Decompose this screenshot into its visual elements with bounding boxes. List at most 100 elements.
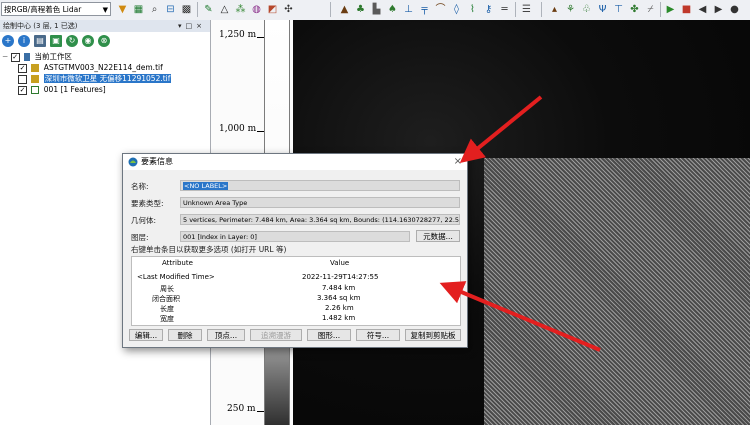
panel-title-bar: 绘制中心 (3 层, 1 已选) ▾□× [0, 20, 210, 32]
terrain-icon[interactable]: ▲ [338, 3, 351, 16]
layer-row-dem[interactable]: ✓ ASTGTMV003_N22E114_dem.tif [18, 62, 163, 73]
refresh-icon[interactable]: ↻ [66, 35, 78, 47]
antenna-icon[interactable]: Ψ [596, 3, 609, 16]
stop-icon[interactable]: ■ [680, 3, 693, 16]
next-icon[interactable]: ▶ [712, 3, 725, 16]
table-row-value[interactable]: 7.484 km [322, 284, 355, 292]
edit-icon[interactable]: ✎ [202, 3, 215, 16]
workspace-label: 当前工作区 [34, 52, 72, 61]
raster-layer-icon [31, 64, 40, 72]
brush-icon[interactable]: ⌿ [644, 3, 657, 16]
toolbar-separator [660, 2, 661, 17]
feature-type-field[interactable]: Unknown Area Type [180, 197, 460, 208]
water-icon[interactable]: ◊ [450, 3, 463, 16]
dialog-title-bar: 要素信息 × [123, 154, 467, 170]
plant-icon[interactable]: ⚘ [564, 3, 577, 16]
shrub-icon[interactable]: ♧ [580, 3, 593, 16]
triangle-icon[interactable]: △ [218, 3, 231, 16]
layer-checkbox[interactable] [18, 74, 27, 84]
pattern-icon[interactable]: ▩ [180, 3, 193, 16]
tree-icon[interactable]: ♣ [354, 3, 367, 16]
attribute-column-header[interactable]: Attribute [162, 259, 193, 267]
close-icon[interactable]: × [454, 154, 462, 170]
table-row-attr[interactable]: 长度 [160, 304, 174, 314]
raster-layer-icon [31, 75, 40, 83]
filter-icon[interactable]: ▼ [116, 3, 129, 16]
edit-button[interactable]: 编辑... [129, 329, 163, 341]
profile-icon[interactable]: ⌇ [466, 3, 479, 16]
globe-add-icon[interactable]: ◉ [82, 35, 94, 47]
panel-window-controls[interactable]: ▾□× [178, 20, 206, 32]
delete-button[interactable]: 删除 [168, 329, 202, 341]
puzzle-icon[interactable]: ✤ [628, 3, 641, 16]
type-label: 要素类型: [131, 199, 164, 208]
table-icon[interactable]: ▤ [34, 35, 46, 47]
tower-icon[interactable]: ⊥ [402, 3, 415, 16]
vertices-button[interactable]: 顶点... [207, 329, 245, 341]
remove-icon[interactable]: ⊗ [98, 35, 110, 47]
layer-field[interactable]: 001 [Index in Layer: 0] [180, 231, 410, 242]
symbol-button[interactable]: 符号... [356, 329, 400, 341]
attribute-table: Attribute Value <Last Modified Time> 202… [131, 256, 461, 326]
add-layer-icon[interactable]: + [2, 35, 14, 47]
render-mode-select[interactable]: 按RGB/高程着色 Lidar ▼ [1, 2, 111, 16]
table-row-value[interactable]: 1.482 km [322, 314, 355, 322]
line-icon[interactable]: ═ [498, 3, 511, 16]
layer-row-satellite[interactable]: 深圳市微软卫星 无偏移11291052.tif [18, 73, 172, 84]
feature-info-dialog: 要素信息 × 名称: <NO LABEL> 要素类型: Unknown Area… [122, 153, 468, 348]
main-toolbar: 按RGB/高程着色 Lidar ▼ ▼ ▦ ⌕ ⊟ ▩ ✎ △ ⁂ ◍ ◩ ✣ … [0, 0, 750, 21]
table-row-value[interactable]: 3.364 sq km [317, 294, 360, 302]
globe-icon[interactable]: ◍ [250, 3, 263, 16]
prev-icon[interactable]: ◀ [696, 3, 709, 16]
app-logo-icon [128, 157, 138, 167]
info-icon[interactable]: i [18, 35, 30, 47]
zoom-icon[interactable]: ⌕ [148, 3, 161, 16]
copy-to-clipboard-button[interactable]: 复制到剪贴板 [405, 329, 461, 341]
layer-name-selected: 深圳市微软卫星 无偏移11291052.tif [43, 74, 172, 83]
forest-icon[interactable]: ♠ [386, 3, 399, 16]
value-column-header[interactable]: Value [330, 259, 349, 267]
mountain-icon[interactable]: ▴ [548, 3, 561, 16]
digitize-button[interactable]: 追溯漫游 [250, 329, 302, 341]
building-icon[interactable]: ▙ [370, 3, 383, 16]
pole-icon[interactable]: ╤ [418, 3, 431, 16]
geometry-field[interactable]: 5 vertices, Perimeter: 7.484 km, Area: 3… [180, 214, 460, 225]
table-row-attr[interactable]: 宽度 [160, 314, 174, 324]
ruler-label: 1,250 m [219, 30, 257, 40]
spread-icon[interactable]: ✣ [282, 3, 295, 16]
layer-label: 图层: [131, 233, 149, 242]
table-row-attr[interactable]: 闭合面积 [152, 294, 180, 304]
table-row-value[interactable]: 2022-11-29T14:27:55 [302, 273, 378, 281]
ruler-label: 1,000 m [219, 124, 257, 134]
hill-icon[interactable]: ⌒ [434, 3, 447, 16]
layer-row-features[interactable]: ✓ 001 [1 Features] [18, 84, 106, 95]
table-row-attr[interactable]: <Last Modified Time> [137, 273, 215, 281]
geometry-label: 几何体: [131, 216, 157, 225]
layer-checkbox[interactable]: ✓ [18, 63, 27, 73]
workspace-icon [24, 53, 31, 61]
metadata-button[interactable]: 元数据... [416, 230, 460, 242]
name-field[interactable]: <NO LABEL> [180, 180, 460, 191]
mast-icon[interactable]: ⊤ [612, 3, 625, 16]
points-icon[interactable]: ⁂ [234, 3, 247, 16]
table-row-value[interactable]: 2.26 km [325, 304, 354, 312]
layer-name: 001 [1 Features] [43, 85, 106, 94]
record-icon[interactable]: ● [728, 3, 741, 16]
layer-name: ASTGTMV003_N22E114_dem.tif [43, 63, 163, 72]
key-icon[interactable]: ⚷ [482, 3, 495, 16]
name-value: <NO LABEL> [183, 182, 229, 190]
ruler-icon[interactable]: ⊟ [164, 3, 177, 16]
folder-icon[interactable]: ▣ [50, 35, 62, 47]
layer-checkbox[interactable]: ✓ [18, 85, 27, 95]
vector-layer-icon [31, 86, 40, 94]
chevron-down-icon: ▼ [102, 6, 108, 14]
list-icon[interactable]: ☰ [520, 3, 533, 16]
tree-workspace-row[interactable]: − ✓ 当前工作区 [2, 51, 72, 62]
panel-toolbar: + i ▤ ▣ ↻ ◉ ⊗ [0, 33, 210, 49]
style-button[interactable]: 图形... [307, 329, 351, 341]
play-icon[interactable]: ▶ [664, 3, 677, 16]
table-row-attr[interactable]: 周长 [160, 284, 174, 294]
grid-icon[interactable]: ▦ [132, 3, 145, 16]
shape-icon[interactable]: ◩ [266, 3, 279, 16]
workspace-checkbox[interactable]: ✓ [10, 52, 20, 62]
